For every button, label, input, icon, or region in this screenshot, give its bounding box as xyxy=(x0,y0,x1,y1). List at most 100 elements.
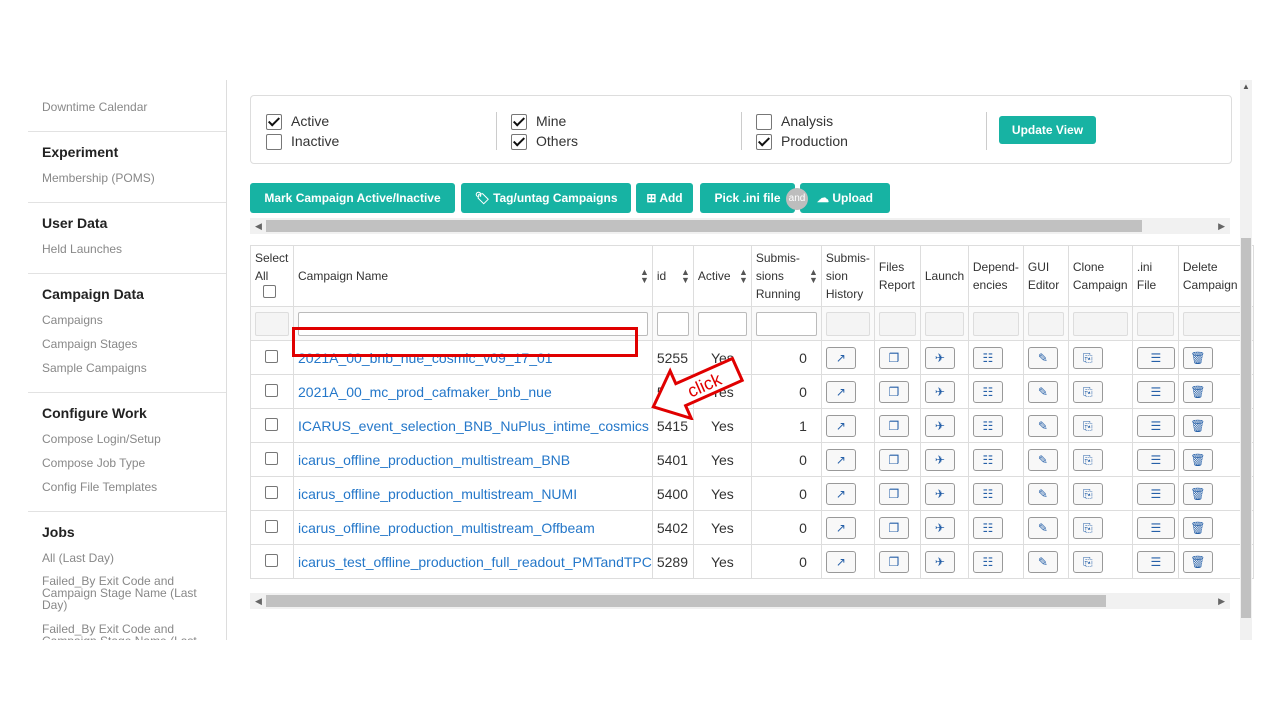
vertical-scroll-thumb[interactable] xyxy=(1241,238,1251,618)
analysis-checkbox[interactable] xyxy=(756,114,772,130)
rocket-launch-icon[interactable]: ✈ xyxy=(924,448,955,471)
sidebar-item-downtime-calendar[interactable]: Downtime Calendar xyxy=(42,100,147,114)
campaign-name-link[interactable]: icarus_offline_production_multistream_NU… xyxy=(294,486,577,502)
campaign-name-link[interactable]: 2021A_00_mc_prod_cafmaker_bnb_nue xyxy=(294,384,552,400)
campaign-name-header[interactable]: Campaign Name ▲ ▼ xyxy=(293,245,653,307)
others-checkbox[interactable] xyxy=(511,134,527,150)
edit-icon[interactable]: ✎ xyxy=(1027,380,1058,403)
sidebar-item-failed-exit-code[interactable]: Failed_By Exit Code and Campaign Stage N… xyxy=(42,575,202,611)
mine-checkbox[interactable] xyxy=(511,114,527,130)
active-checkbox[interactable] xyxy=(266,114,282,130)
history-chart-icon[interactable]: ↗ xyxy=(825,380,856,403)
clone-icon[interactable]: ⎘ xyxy=(1072,414,1103,437)
trash-icon[interactable]: 🗑︎ xyxy=(1182,448,1213,471)
sidebar-item-campaigns[interactable]: Campaigns xyxy=(42,313,103,327)
scroll-left-arrow-icon[interactable]: ◀ xyxy=(255,218,262,234)
id-header[interactable]: id ▲ ▼ xyxy=(651,245,694,307)
rocket-launch-icon[interactable]: ✈ xyxy=(924,346,955,369)
clone-icon[interactable]: ⎘ xyxy=(1072,346,1103,369)
history-chart-icon[interactable]: ↗ xyxy=(825,550,856,573)
files-copy-icon[interactable]: ❐ xyxy=(878,414,909,437)
sidebar-item-compose-job-type[interactable]: Compose Job Type xyxy=(42,456,145,470)
sidebar-item-sample-campaigns[interactable]: Sample Campaigns xyxy=(42,361,147,375)
campaign-name-link[interactable]: icarus_offline_production_multistream_BN… xyxy=(294,452,570,468)
rocket-launch-icon[interactable]: ✈ xyxy=(924,550,955,573)
sitemap-icon[interactable]: ☷ xyxy=(972,414,1003,437)
list-icon[interactable]: ☰ xyxy=(1136,448,1175,471)
list-icon[interactable]: ☰ xyxy=(1136,346,1175,369)
vertical-scrollbar[interactable]: ▲ xyxy=(1240,80,1252,640)
list-icon[interactable]: ☰ xyxy=(1136,516,1175,539)
history-chart-icon[interactable]: ↗ xyxy=(825,516,856,539)
tag-untag-button[interactable]: 🏷︎ Tag/untag Campaigns xyxy=(461,183,631,213)
files-copy-icon[interactable]: ❐ xyxy=(878,482,909,505)
edit-icon[interactable]: ✎ xyxy=(1027,346,1058,369)
history-chart-icon[interactable]: ↗ xyxy=(825,414,856,437)
select-all-checkbox[interactable] xyxy=(263,285,276,298)
files-copy-icon[interactable]: ❐ xyxy=(878,550,909,573)
scroll-right-arrow-icon[interactable]: ▶ xyxy=(1218,593,1225,609)
sort-icon[interactable]: ▲ ▼ xyxy=(681,268,690,285)
sidebar-item-membership[interactable]: Membership (POMS) xyxy=(42,171,155,185)
sidebar-item-config-file-templates[interactable]: Config File Templates xyxy=(42,480,157,494)
sidebar-item-compose-login[interactable]: Compose Login/Setup xyxy=(42,432,161,446)
rocket-launch-icon[interactable]: ✈ xyxy=(924,414,955,437)
files-copy-icon[interactable]: ❐ xyxy=(878,516,909,539)
clone-icon[interactable]: ⎘ xyxy=(1072,380,1103,403)
update-view-button[interactable]: Update View xyxy=(999,116,1096,144)
list-icon[interactable]: ☰ xyxy=(1136,482,1175,505)
id-filter-input[interactable] xyxy=(656,311,689,336)
edit-icon[interactable]: ✎ xyxy=(1027,448,1058,471)
history-chart-icon[interactable]: ↗ xyxy=(825,346,856,369)
row-checkbox[interactable] xyxy=(265,485,278,499)
trash-icon[interactable]: 🗑︎ xyxy=(1182,516,1213,539)
sitemap-icon[interactable]: ☷ xyxy=(972,516,1003,539)
edit-icon[interactable]: ✎ xyxy=(1027,550,1058,573)
trash-icon[interactable]: 🗑︎ xyxy=(1182,482,1213,505)
files-copy-icon[interactable]: ❐ xyxy=(878,346,909,369)
mark-active-inactive-button[interactable]: Mark Campaign Active/Inactive xyxy=(250,183,455,213)
scroll-right-arrow-icon[interactable]: ▶ xyxy=(1218,218,1225,234)
active-filter-input[interactable] xyxy=(697,311,747,336)
scroll-left-arrow-icon[interactable]: ◀ xyxy=(255,593,262,609)
sidebar-item-campaign-stages[interactable]: Campaign Stages xyxy=(42,337,137,351)
top-horizontal-scrollbar[interactable]: ◀ ▶ xyxy=(250,218,1230,234)
edit-icon[interactable]: ✎ xyxy=(1027,516,1058,539)
row-checkbox[interactable] xyxy=(265,349,278,363)
sidebar-item-held-launches[interactable]: Held Launches xyxy=(42,242,122,256)
sitemap-icon[interactable]: ☷ xyxy=(972,346,1003,369)
rocket-launch-icon[interactable]: ✈ xyxy=(924,516,955,539)
row-checkbox[interactable] xyxy=(265,519,278,533)
sitemap-icon[interactable]: ☷ xyxy=(972,482,1003,505)
sitemap-icon[interactable]: ☷ xyxy=(972,448,1003,471)
upload-button[interactable]: ☁ Upload xyxy=(800,183,890,213)
list-icon[interactable]: ☰ xyxy=(1136,550,1175,573)
sort-icon[interactable]: ▲ ▼ xyxy=(739,268,748,285)
edit-icon[interactable]: ✎ xyxy=(1027,482,1058,505)
list-icon[interactable]: ☰ xyxy=(1136,380,1175,403)
scroll-thumb[interactable] xyxy=(266,220,1142,232)
files-copy-icon[interactable]: ❐ xyxy=(878,380,909,403)
active-header[interactable]: Active ▲ ▼ xyxy=(692,245,752,307)
campaign-name-link[interactable]: ICARUS_event_selection_BNB_NuPlus_intime… xyxy=(294,418,649,434)
bottom-horizontal-scrollbar[interactable]: ◀ ▶ xyxy=(250,593,1230,609)
scroll-thumb[interactable] xyxy=(266,595,1106,607)
edit-icon[interactable]: ✎ xyxy=(1027,414,1058,437)
trash-icon[interactable]: 🗑︎ xyxy=(1182,414,1213,437)
clone-icon[interactable]: ⎘ xyxy=(1072,516,1103,539)
rocket-launch-icon[interactable]: ✈ xyxy=(924,380,955,403)
trash-icon[interactable]: 🗑︎ xyxy=(1182,380,1213,403)
sitemap-icon[interactable]: ☷ xyxy=(972,380,1003,403)
submissions-running-header[interactable]: Submis- sions Running ▲ ▼ xyxy=(750,245,822,307)
list-icon[interactable]: ☰ xyxy=(1136,414,1175,437)
running-filter-input[interactable] xyxy=(755,311,817,336)
scroll-up-arrow-icon[interactable]: ▲ xyxy=(1242,82,1250,91)
sort-icon[interactable]: ▲ ▼ xyxy=(809,268,818,285)
history-chart-icon[interactable]: ↗ xyxy=(825,448,856,471)
clone-icon[interactable]: ⎘ xyxy=(1072,550,1103,573)
row-checkbox[interactable] xyxy=(265,553,278,567)
sort-icon[interactable]: ▲ ▼ xyxy=(640,268,649,285)
rocket-launch-icon[interactable]: ✈ xyxy=(924,482,955,505)
row-checkbox[interactable] xyxy=(265,383,278,397)
clone-icon[interactable]: ⎘ xyxy=(1072,482,1103,505)
